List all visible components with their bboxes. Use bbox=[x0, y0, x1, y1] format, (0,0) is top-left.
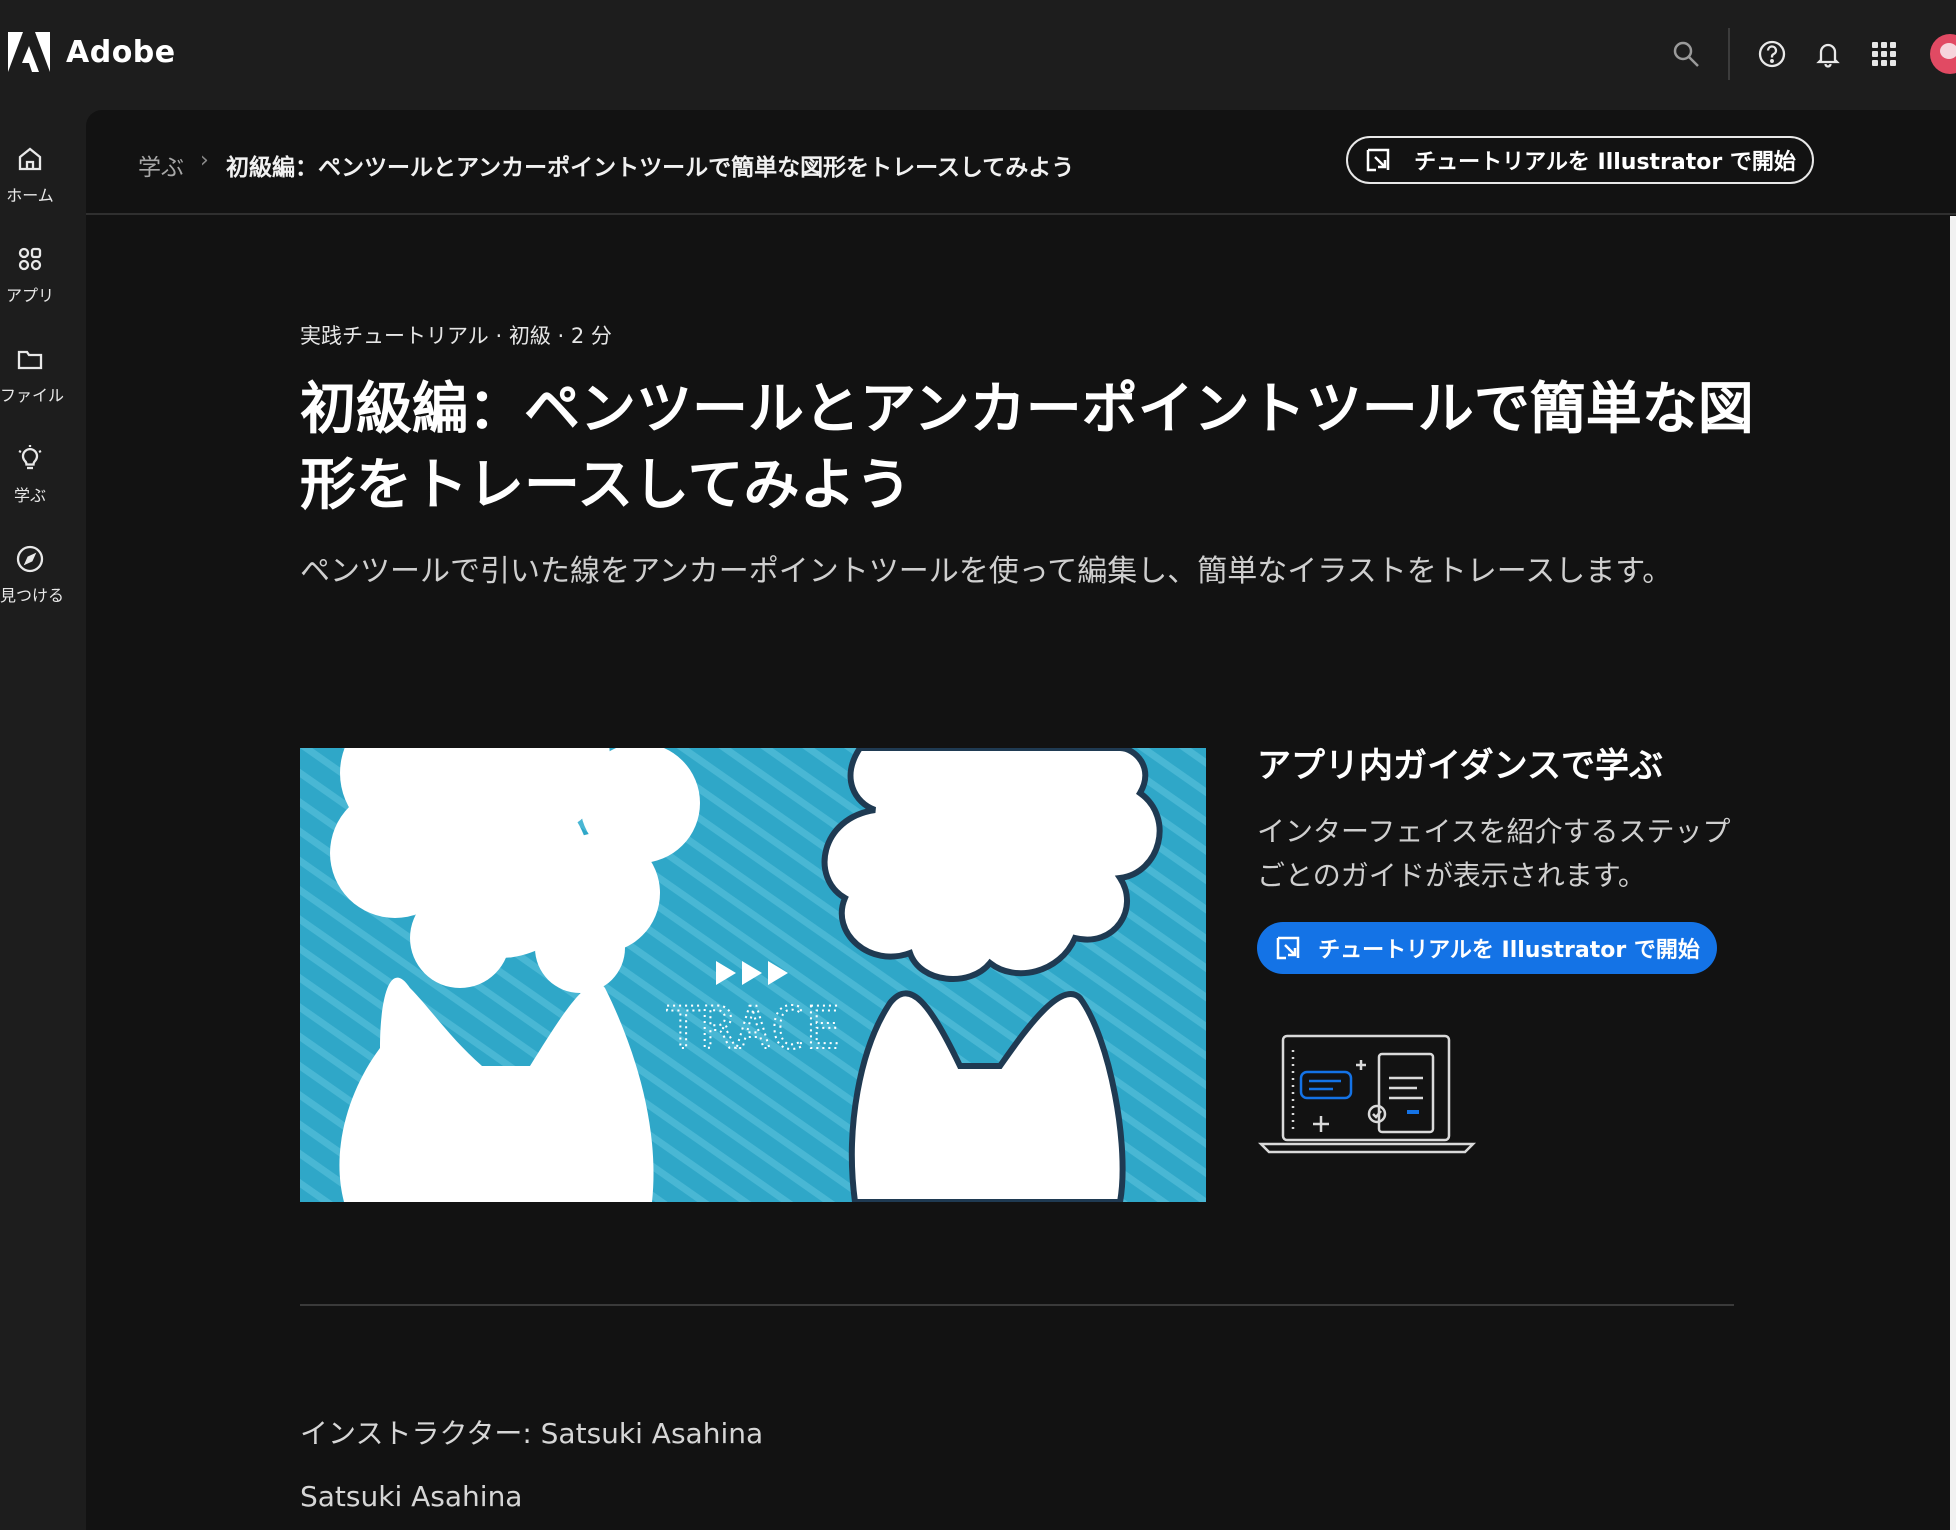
lightbulb-icon bbox=[18, 445, 42, 470]
article-meta: 実践チュートリアル · 初級 · 2 分 bbox=[300, 324, 612, 348]
page-title: 初級編：ペンツールとアンカーポイントツールで簡単な図形をトレースしてみよう bbox=[300, 377, 1754, 518]
breadcrumb-separator: › bbox=[200, 148, 209, 173]
rail-item-home[interactable]: ホーム bbox=[0, 144, 60, 206]
section-divider bbox=[300, 1304, 1734, 1306]
notifications-button[interactable] bbox=[1800, 26, 1856, 82]
rail-item-learn[interactable]: 学ぶ bbox=[0, 444, 60, 506]
brand-name: Adobe bbox=[66, 34, 176, 70]
start-tutorial-label: チュートリアルを Illustrator で開始 bbox=[1318, 938, 1700, 963]
avatar[interactable] bbox=[1930, 34, 1956, 74]
guidance-body: インターフェイスを紹介するステップごとのガイドが表示されます。 bbox=[1257, 815, 1731, 892]
rail-item-discover[interactable]: 見つける bbox=[0, 544, 65, 606]
scrollbar[interactable] bbox=[1950, 216, 1956, 1530]
instructor-label: インストラクター: Satsuki Asahina bbox=[300, 1417, 764, 1450]
bell-icon bbox=[1816, 43, 1840, 68]
breadcrumb-current: 初級編：ペンツールとアンカーポイントツールで簡単な図形をトレースしてみよう bbox=[226, 155, 1075, 181]
folder-icon bbox=[17, 350, 43, 370]
guidance-title: アプリ内ガイダンスで学ぶ bbox=[1257, 746, 1663, 786]
home-icon bbox=[18, 147, 42, 171]
open-in-app-icon bbox=[1366, 148, 1390, 172]
apps-icon bbox=[18, 247, 42, 271]
rail-label: 学ぶ bbox=[13, 486, 46, 505]
search-button[interactable] bbox=[1658, 26, 1714, 82]
start-tutorial-header-label: チュートリアルを Illustrator で開始 bbox=[1414, 150, 1796, 175]
start-tutorial-button[interactable]: チュートリアルを Illustrator で開始 bbox=[1257, 922, 1717, 974]
search-icon bbox=[1673, 41, 1699, 67]
rail-label: ファイル bbox=[0, 386, 65, 405]
main-content: 学ぶ › 初級編：ペンツールとアンカーポイントツールで簡単な図形をトレースしてみ… bbox=[86, 110, 1956, 1530]
help-button[interactable] bbox=[1744, 26, 1800, 82]
adobe-logo-icon bbox=[8, 32, 50, 72]
rail-item-apps[interactable]: アプリ bbox=[0, 244, 60, 306]
rail-item-files[interactable]: ファイル bbox=[0, 344, 65, 406]
author-name[interactable]: Satsuki Asahina bbox=[300, 1480, 522, 1513]
breadcrumb-root-link[interactable]: 学ぶ bbox=[138, 148, 184, 182]
rail-label: アプリ bbox=[5, 286, 54, 305]
app-grid-icon bbox=[1872, 42, 1896, 66]
apps-grid-button[interactable] bbox=[1856, 26, 1912, 82]
hero-image: TRACE bbox=[300, 748, 1206, 1202]
breadcrumb-bar: 学ぶ › 初級編：ペンツールとアンカーポイントツールで簡単な図形をトレースしてみ… bbox=[86, 110, 1956, 215]
article-description: ペンツールで引いた線をアンカーポイントツールを使って編集し、簡単なイラストをトレ… bbox=[300, 554, 1673, 589]
top-bar: Adobe bbox=[0, 0, 1956, 108]
top-actions bbox=[1658, 0, 1956, 108]
compass-icon bbox=[16, 545, 44, 573]
rail-label: ホーム bbox=[6, 186, 54, 205]
left-rail: ホーム アプリ ファイル 学ぶ 見つける bbox=[0, 108, 86, 1530]
adobe-logo[interactable]: Adobe bbox=[8, 32, 176, 72]
start-tutorial-header-button[interactable]: チュートリアルを Illustrator で開始 bbox=[1346, 136, 1814, 184]
help-icon bbox=[1758, 40, 1786, 68]
rail-label: 見つける bbox=[0, 586, 65, 605]
divider bbox=[1728, 28, 1730, 80]
open-in-app-icon bbox=[1276, 936, 1300, 960]
laptop-illustration bbox=[1257, 1034, 1477, 1154]
hero-trace-text: TRACE bbox=[666, 994, 841, 1062]
